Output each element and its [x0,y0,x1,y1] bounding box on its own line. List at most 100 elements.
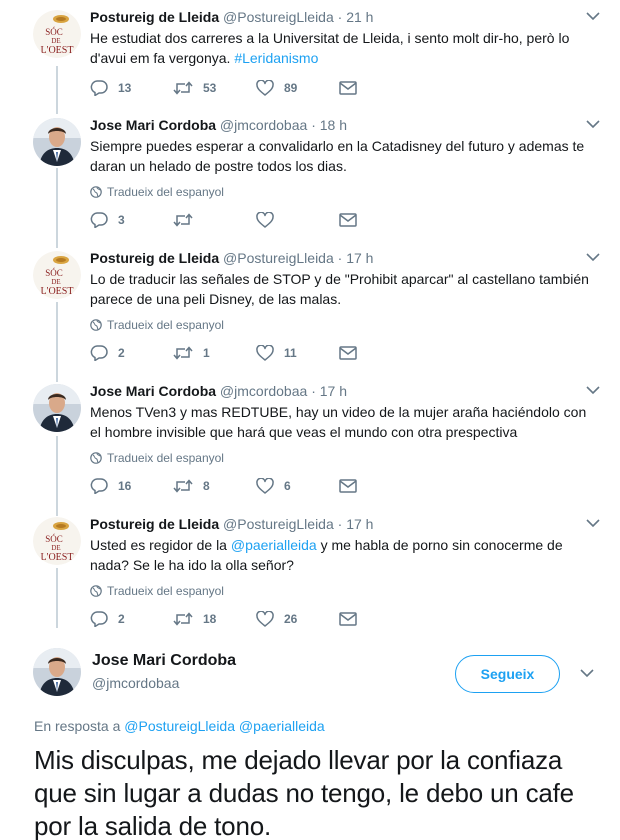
author-handle[interactable]: @jmcordobaa [220,383,307,399]
message-button[interactable] [339,612,422,626]
author-handle[interactable]: @jmcordobaa [220,117,307,133]
hashtag-link[interactable]: #Leridanismo [234,50,318,66]
like-button[interactable]: 6 [256,478,339,494]
tweet-time[interactable]: 18 h [320,117,347,133]
author-handle[interactable]: @PostureigLleida [223,9,334,25]
retweet-icon [173,346,193,360]
avatar[interactable]: SÓC DE L'OEST [33,251,81,299]
tweet[interactable]: Jose Mari Cordoba @jmcordobaa · 17 h Men… [0,382,620,502]
author-name[interactable]: Jose Mari Cordoba [90,117,216,133]
author-handle[interactable]: @PostureigLleida [223,250,334,266]
tweet-text: Menos TVen3 y mas REDTUBE, hay un video … [90,404,587,440]
retweet-button[interactable] [173,212,256,228]
author-name[interactable]: Postureig de Lleida [90,9,219,25]
avatar[interactable]: SÓC DE L'OEST [33,517,81,565]
like-icon [256,345,274,361]
message-icon [339,612,357,626]
message-icon [339,479,357,493]
reply-count: 13 [118,81,132,95]
reply-count: 16 [118,479,132,493]
author-name[interactable]: Postureig de Lleida [90,516,219,532]
reply-icon [90,611,108,627]
avatar[interactable] [33,118,81,166]
tweet[interactable]: Jose Mari Cordoba @jmcordobaa · 18 h Sie… [0,116,620,236]
tweet-text: He estudiat dos carreres a la Universita… [90,30,570,66]
reply-count: 2 [118,346,125,360]
reply-button[interactable]: 13 [90,80,173,96]
separator-dot: · [311,383,316,399]
svg-text:DE: DE [51,278,60,286]
retweet-icon [173,81,193,95]
chevron-down-icon[interactable] [586,385,600,395]
svg-text:DE: DE [51,37,60,45]
chevron-down-icon[interactable] [586,119,600,129]
message-icon [339,81,357,95]
svg-text:SÓC: SÓC [45,268,63,278]
message-button[interactable] [339,346,422,360]
translate-link[interactable]: Tradueix del espanyol [90,450,600,466]
translate-link[interactable]: Tradueix del espanyol [90,317,600,333]
chevron-down-icon[interactable] [586,11,600,21]
retweet-icon [173,479,193,493]
tweet-text: Lo de traducir las señales de STOP y de … [90,271,589,307]
reply-icon [90,80,108,96]
like-button[interactable] [256,212,339,228]
reply-button[interactable]: 2 [90,345,173,361]
avatar[interactable] [33,384,81,432]
message-icon [339,213,357,227]
tweet-time[interactable]: 21 h [346,9,373,25]
retweet-icon [173,213,193,227]
tweet-time[interactable]: 17 h [346,516,373,532]
tweet-actions: 13 53 89 [90,78,422,98]
retweet-button[interactable]: 53 [173,80,256,96]
main-author-handle[interactable]: @jmcordobaa [92,675,179,691]
tweet[interactable]: SÓC DE L'OEST Postureig de Lleida @Posture… [0,515,620,635]
like-icon [256,212,274,228]
like-count: 26 [284,612,298,626]
svg-text:SÓC: SÓC [45,534,63,544]
separator-dot: · [311,117,316,133]
author-name[interactable]: Jose Mari Cordoba [90,383,216,399]
follow-button[interactable]: Segueix [455,655,560,693]
chevron-down-icon[interactable] [586,518,600,528]
chevron-down-icon[interactable] [580,668,594,678]
tweet-time[interactable]: 17 h [346,250,373,266]
tweet-actions: 2 18 26 [90,609,422,629]
retweet-button[interactable]: 1 [173,345,256,361]
globe-icon [90,585,102,597]
message-button[interactable] [339,81,422,95]
reply-button[interactable]: 2 [90,611,173,627]
message-button[interactable] [339,479,422,493]
message-button[interactable] [339,213,422,227]
globe-icon [90,186,102,198]
translate-link[interactable]: Tradueix del espanyol [90,583,600,599]
translate-link[interactable]: Tradueix del espanyol [90,184,600,200]
tweet[interactable]: SÓC DE L'OEST Postureig de Lleida @Posture… [0,249,620,369]
retweet-count: 53 [203,81,217,95]
chevron-down-icon[interactable] [586,252,600,262]
retweet-button[interactable]: 8 [173,478,256,494]
main-tweet-text: Mis disculpas, me dejado llevar por la c… [34,745,574,840]
tweet[interactable]: SÓC DE L'OEST Postureig de Lleida @Posture… [0,8,620,108]
like-button[interactable]: 26 [256,611,339,627]
like-button[interactable]: 89 [256,80,339,96]
separator-dot: · [337,250,343,266]
tweet-time[interactable]: 17 h [320,383,347,399]
retweet-count: 18 [203,612,217,626]
avatar[interactable]: SÓC DE L'OEST [33,10,81,58]
svg-text:SÓC: SÓC [45,27,63,37]
reply-button[interactable]: 3 [90,212,173,228]
reply-button[interactable]: 16 [90,478,173,494]
author-handle[interactable]: @PostureigLleida [223,516,334,532]
mention-link[interactable]: @paerialleida [231,537,317,553]
main-avatar[interactable] [33,648,81,696]
like-button[interactable]: 11 [256,345,339,361]
separator-dot: · [337,9,343,25]
retweet-button[interactable]: 18 [173,611,256,627]
main-author-name[interactable]: Jose Mari Cordoba [92,652,236,670]
reply-icon [90,212,108,228]
reply-users-link[interactable]: @PostureigLleida @paerialleida [124,718,324,734]
like-icon [256,478,274,494]
like-count: 89 [284,81,298,95]
author-name[interactable]: Postureig de Lleida [90,250,219,266]
